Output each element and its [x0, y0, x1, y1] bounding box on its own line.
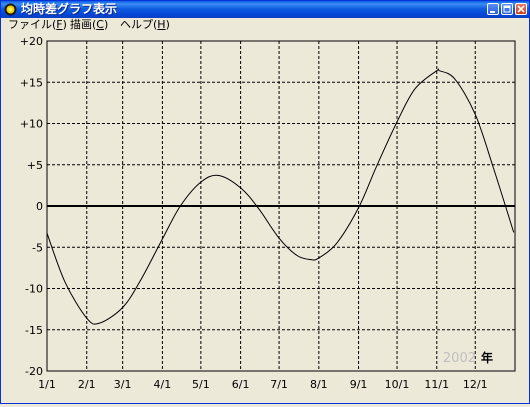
menu-draw-accel: C [96, 18, 104, 31]
x-tick-label: 7/1 [270, 378, 288, 391]
equation-of-time-chart: +20 +15 +10 +5 0 -5 -10 -15 -201/1 2/1 3/1 4/1 5/1 6/… [20, 35, 516, 391]
y-tick-label: +15 [20, 76, 43, 89]
menu-help[interactable]: ヘルプ(H) [120, 18, 170, 31]
menu-help-tail: ) [165, 18, 170, 31]
menu-draw[interactable]: 描画(C) [70, 18, 108, 31]
sun-icon [4, 3, 17, 16]
maximize-button[interactable] [501, 3, 513, 15]
close-button[interactable] [515, 3, 527, 15]
x-tick-label: 9/1 [350, 378, 368, 391]
y-tick-label: -20 [25, 365, 43, 378]
x-tick-label: 2/1 [78, 378, 96, 391]
y-tick-label: 0 [36, 200, 43, 213]
menu-draw-label: 描画( [70, 18, 97, 31]
x-tick-label: 1/1 [38, 378, 56, 391]
y-tick-label: +20 [20, 35, 43, 48]
y-tick-label: -15 [25, 324, 43, 337]
window-title: 均時差グラフ表示 [21, 2, 118, 16]
menu-file-label: ファイル( [8, 18, 57, 31]
year-unit-label: 年 [481, 350, 493, 365]
minimize-icon [490, 11, 495, 13]
y-tick-label: +5 [27, 159, 43, 172]
menu-help-label: ヘルプ( [120, 18, 158, 31]
equation-of-time-curve [46, 68, 515, 325]
menu-file[interactable]: ファイル(F) [8, 18, 67, 31]
year-label: 2002 [443, 351, 476, 366]
x-tick-label: 5/1 [192, 378, 210, 391]
menu-draw-tail: ) [103, 18, 109, 31]
menu-file-tail: ) [62, 18, 67, 31]
chart-area: +20 +15 +10 +5 0 -5 -10 -15 -20 1/1 2/1 3/1 4/1 5/1 6/… [1, 32, 529, 403]
app-window: 均時差グラフ表示 ファイル(F) 描画(C) ヘルプ(H) +20 +15 +10 +… [0, 0, 530, 404]
maximize-icon [503, 5, 511, 13]
x-tick-label: 11/1 [424, 378, 449, 391]
y-tick-label: -10 [25, 283, 43, 296]
x-tick-label: 6/1 [232, 378, 250, 391]
x-tick-label: 10/1 [385, 378, 410, 391]
x-tick-label: 12/1 [463, 378, 488, 391]
close-icon [517, 5, 525, 13]
x-tick-label: 3/1 [114, 378, 132, 391]
menu-help-accel: H [157, 18, 166, 31]
x-tick-label: 4/1 [154, 378, 172, 391]
x-tick-label: 8/1 [310, 378, 328, 391]
menu-bar: ファイル(F) 描画(C) ヘルプ(H) [1, 18, 529, 32]
y-tick-label: +10 [20, 118, 43, 131]
minimize-button[interactable] [487, 3, 499, 15]
title-bar[interactable]: 均時差グラフ表示 [1, 1, 529, 18]
y-tick-label: -5 [32, 241, 43, 254]
